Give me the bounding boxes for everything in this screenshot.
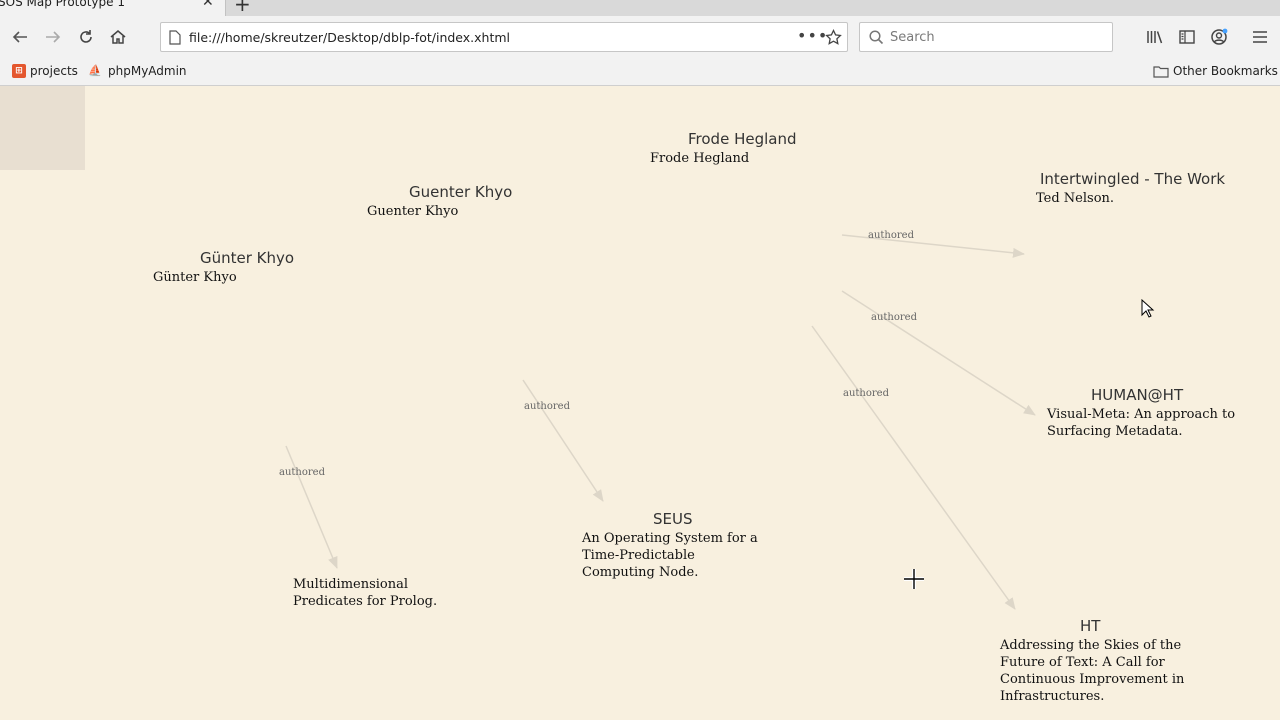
node-title[interactable]: SEUS bbox=[653, 510, 693, 528]
node-title[interactable]: Frode Hegland bbox=[688, 130, 797, 148]
edge-label: authored bbox=[868, 230, 914, 241]
bookmark-projects[interactable]: ⊞ projects bbox=[12, 64, 78, 78]
crosshair-icon bbox=[904, 569, 924, 589]
bookmark-star-icon[interactable] bbox=[825, 29, 842, 46]
account-icon[interactable] bbox=[1207, 25, 1231, 49]
edge-label: authored bbox=[279, 467, 325, 478]
bookmark-phpmyadmin[interactable]: ⛵ phpMyAdmin bbox=[88, 64, 187, 78]
bookmark-label: projects bbox=[30, 64, 78, 78]
edge-label: authored bbox=[843, 388, 889, 399]
bookmark-label: phpMyAdmin bbox=[108, 64, 187, 78]
edge-label: authored bbox=[871, 312, 917, 323]
edge-line bbox=[285, 445, 338, 569]
tab-bar: SOS Map Prototype 1 ✕ + bbox=[0, 0, 1280, 16]
node-subtitle: Visual-Meta: An approach to Surfacing Me… bbox=[1047, 407, 1236, 439]
node-title[interactable]: Intertwingled - The Work bbox=[1040, 170, 1225, 188]
projects-icon: ⊞ bbox=[12, 64, 26, 78]
url-bar[interactable]: file:///home/skreutzer/Desktop/dblp-fot/… bbox=[160, 22, 848, 52]
other-bookmarks-label: Other Bookmarks bbox=[1173, 64, 1278, 78]
page-actions-icon[interactable]: ••• bbox=[797, 26, 828, 45]
node-subtitle: Multidimensional Predicates for Prolog. bbox=[293, 577, 438, 609]
mouse-pointer-icon bbox=[1141, 299, 1155, 318]
forward-icon[interactable] bbox=[41, 25, 65, 49]
page-icon bbox=[169, 30, 181, 45]
sidebar-icon[interactable] bbox=[1175, 25, 1199, 49]
new-tab-icon[interactable]: + bbox=[234, 0, 251, 16]
search-icon bbox=[869, 30, 884, 45]
url-text: file:///home/skreutzer/Desktop/dblp-fot/… bbox=[189, 30, 511, 45]
node-subtitle: Günter Khyo bbox=[153, 270, 237, 285]
search-placeholder: Search bbox=[890, 30, 935, 45]
node-subtitle: Guenter Khyo bbox=[367, 204, 459, 219]
edge-label: authored bbox=[524, 401, 570, 412]
back-icon[interactable] bbox=[8, 25, 32, 49]
map-canvas[interactable]: authored authored authored authored auth… bbox=[0, 86, 1280, 720]
node-subtitle: Addressing the Skies of the Future of Te… bbox=[1000, 638, 1185, 704]
tab-active[interactable]: SOS Map Prototype 1 ✕ bbox=[0, 0, 226, 16]
node-title[interactable]: HT bbox=[1080, 617, 1100, 635]
navigation-toolbar: file:///home/skreutzer/Desktop/dblp-fot/… bbox=[0, 16, 1280, 60]
bookmarks-toolbar: ⊞ projects ⛵ phpMyAdmin Other Bookmarks bbox=[0, 60, 1280, 86]
close-tab-icon[interactable]: ✕ bbox=[202, 0, 214, 10]
folder-icon bbox=[1153, 65, 1169, 78]
edge-line bbox=[811, 325, 1016, 610]
search-input[interactable]: Search bbox=[859, 22, 1113, 52]
node-subtitle: An Operating System for a Time-Predictab… bbox=[582, 531, 758, 580]
library-icon[interactable] bbox=[1143, 25, 1167, 49]
phpmyadmin-icon: ⛵ bbox=[88, 64, 102, 77]
node-title[interactable]: Günter Khyo bbox=[200, 249, 294, 267]
reload-icon[interactable] bbox=[74, 25, 98, 49]
menu-icon[interactable] bbox=[1248, 25, 1272, 49]
node-title[interactable]: HUMAN@HT bbox=[1091, 386, 1183, 404]
home-icon[interactable] bbox=[106, 25, 130, 49]
edge-line bbox=[522, 379, 604, 502]
node-subtitle: Frode Hegland bbox=[650, 151, 750, 166]
other-bookmarks[interactable]: Other Bookmarks bbox=[1153, 64, 1278, 78]
tab-title: SOS Map Prototype 1 bbox=[0, 0, 125, 9]
node-subtitle: Ted Nelson. bbox=[1036, 191, 1115, 206]
node-title[interactable]: Guenter Khyo bbox=[409, 183, 512, 201]
